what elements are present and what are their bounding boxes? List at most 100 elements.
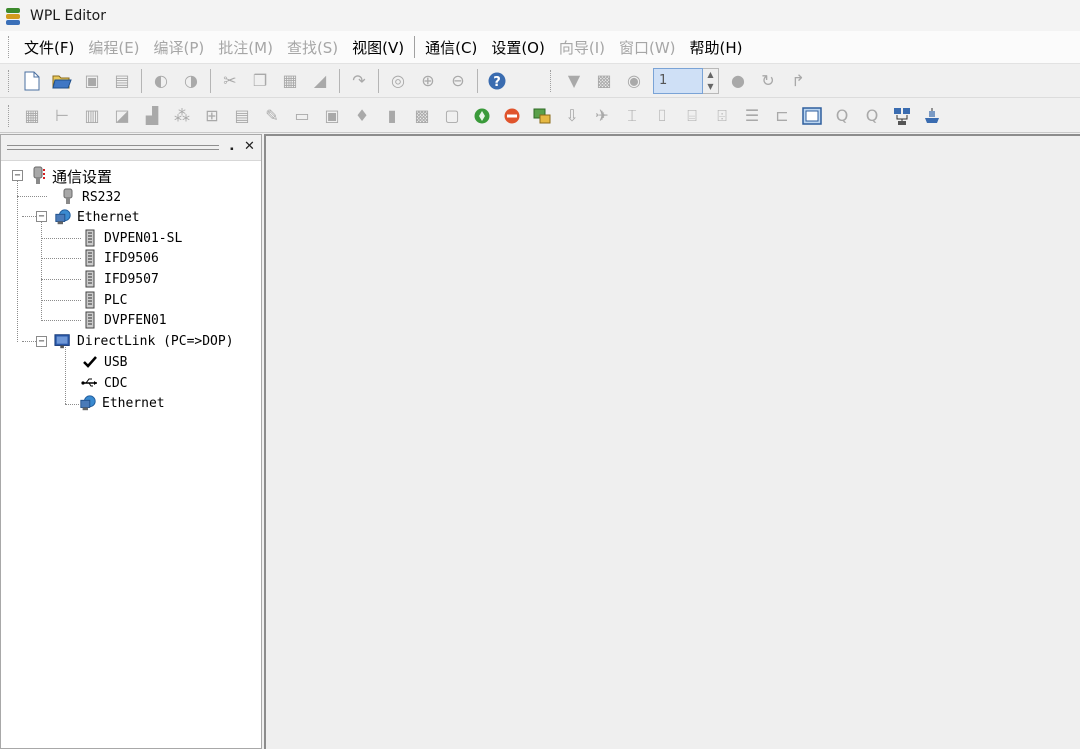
run-icon	[474, 108, 490, 123]
menu-comment[interactable]: 批注(M)	[211, 37, 280, 58]
new-file-button[interactable]	[19, 68, 45, 94]
toolbar-separator	[477, 68, 478, 93]
close-icon[interactable]: ✕	[241, 139, 258, 156]
ladder-tool-15[interactable]: ▢	[439, 103, 465, 129]
search-device-button[interactable]: Q	[829, 103, 855, 129]
menu-compile[interactable]: 编译(P)	[147, 37, 212, 58]
satellite-icon: ✈	[595, 105, 609, 125]
tree-item-directlink[interactable]: DirectLink (PC=>DOP)	[54, 331, 234, 351]
stop-button[interactable]: ●	[725, 68, 751, 94]
ladder-tool-6[interactable]: ⁂	[169, 103, 195, 129]
upload-button[interactable]: ▩	[591, 68, 617, 94]
tree-item-cdc[interactable]: CDC	[81, 373, 127, 393]
save-all-button[interactable]: ▤	[109, 68, 135, 94]
find-button[interactable]: ◎	[385, 68, 411, 94]
menu-view[interactable]: 视图(V)	[345, 37, 411, 58]
spinner-arrows[interactable]: ▲ ▼	[703, 67, 719, 94]
ladder-tool-7[interactable]: ⊞	[199, 103, 225, 129]
spinner-down-icon[interactable]: ▼	[703, 81, 718, 93]
tree-item-directlink-ethernet[interactable]: Ethernet	[79, 393, 165, 413]
tree-item-usb[interactable]: USB	[81, 352, 127, 372]
tree-item-dvpen01-sl[interactable]: DVPEN01-SL	[81, 228, 182, 248]
eraser-button[interactable]: ◢	[307, 68, 333, 94]
main-workspace[interactable]	[264, 134, 1080, 749]
register-button[interactable]: ☰	[739, 103, 765, 129]
cut-button[interactable]: ✂	[217, 68, 243, 94]
ladder-tool-1[interactable]: ▦	[19, 103, 45, 129]
zoom-in-button[interactable]: ⊕	[415, 68, 441, 94]
code-button-4[interactable]: ⌹	[709, 103, 735, 129]
download-button[interactable]: ▼	[561, 68, 587, 94]
search-register-button[interactable]: Q	[859, 103, 885, 129]
tree-item-ethernet[interactable]: Ethernet	[54, 207, 140, 227]
menu-window[interactable]: 窗口(W)	[612, 37, 683, 58]
ladder-tool-12[interactable]: ♦	[349, 103, 375, 129]
network-button[interactable]	[889, 103, 915, 129]
menu-file[interactable]: 文件(F)	[17, 37, 81, 58]
ship-button[interactable]	[919, 103, 945, 129]
ladder-tool-11[interactable]: ▣	[319, 103, 345, 129]
ladder-tool-9[interactable]: ✎	[259, 103, 285, 129]
ladder-tool-13[interactable]: ▮	[379, 103, 405, 129]
save-all-icon: ▤	[114, 70, 130, 90]
panel-drag-handle[interactable]	[7, 145, 219, 150]
spinner-up-icon[interactable]: ▲	[703, 69, 718, 81]
bracket-button[interactable]: ⊏	[769, 103, 795, 129]
refresh-button[interactable]: ↻	[755, 68, 781, 94]
monitor-button[interactable]: ◉	[621, 68, 647, 94]
satellite-button[interactable]: ✈	[589, 103, 615, 129]
redo-button[interactable]: ◑	[178, 68, 204, 94]
paste-button[interactable]: ▦	[277, 68, 303, 94]
menu-find[interactable]: 查找(S)	[280, 37, 345, 58]
ladder-tool-2[interactable]: ⊢	[49, 103, 75, 129]
ladder-tool-4[interactable]: ◪	[109, 103, 135, 129]
plc-module-icon	[81, 270, 99, 288]
collapse-toggle[interactable]: −	[36, 211, 47, 222]
tree-item-rs232[interactable]: RS232	[59, 187, 121, 207]
ladder-tool-10[interactable]: ▭	[289, 103, 315, 129]
menu-grip[interactable]	[8, 36, 11, 58]
save-button[interactable]: ▣	[79, 68, 105, 94]
code-button-2[interactable]: ⌷	[649, 103, 675, 129]
menu-wizard[interactable]: 向导(I)	[552, 37, 612, 58]
stop-run-button[interactable]	[499, 103, 525, 129]
toolbar-grip[interactable]	[8, 69, 11, 92]
menu-communication[interactable]: 通信(C)	[418, 37, 484, 58]
undo-button[interactable]: ◐	[148, 68, 174, 94]
connect-button[interactable]	[529, 103, 555, 129]
jump-button[interactable]: ↷	[346, 68, 372, 94]
zoom-in-icon: ⊕	[421, 70, 435, 90]
tree-item-ifd9506[interactable]: IFD9506	[81, 248, 159, 268]
code-button-3[interactable]: ⌸	[679, 103, 705, 129]
collapse-toggle[interactable]: −	[12, 170, 23, 181]
copy-button[interactable]: ❐	[247, 68, 273, 94]
tree-root-communication[interactable]: 通信设置	[29, 166, 112, 186]
station-number-input[interactable]	[653, 67, 703, 94]
ladder-tool-3[interactable]: ▥	[79, 103, 105, 129]
toolbar-grip[interactable]	[550, 69, 553, 92]
ladder-tool-14[interactable]: ▩	[409, 103, 435, 129]
code-button-1[interactable]: ⌶	[619, 103, 645, 129]
toolbar-grip[interactable]	[8, 104, 11, 127]
menu-program[interactable]: 编程(E)	[81, 37, 146, 58]
image-button[interactable]	[799, 103, 825, 129]
collapse-toggle[interactable]: −	[36, 336, 47, 347]
tree-item-ifd9507[interactable]: IFD9507	[81, 269, 159, 289]
step-button[interactable]: ↱	[785, 68, 811, 94]
ladder-tool-5[interactable]: ▟	[139, 103, 165, 129]
help-button[interactable]: ?	[484, 68, 510, 94]
transfer-button[interactable]: ⇩	[559, 103, 585, 129]
pin-icon[interactable]: 𝅇	[223, 139, 240, 156]
menu-help[interactable]: 帮助(H)	[683, 37, 750, 58]
zoom-out-button[interactable]: ⊖	[445, 68, 471, 94]
open-file-button[interactable]	[49, 68, 75, 94]
menu-settings[interactable]: 设置(O)	[484, 37, 552, 58]
tree-item-dvpfen01[interactable]: DVPFEN01	[81, 310, 167, 330]
ladder-tool-8[interactable]: ▤	[229, 103, 255, 129]
toolbar-separator	[210, 68, 211, 93]
toolbar-separator	[378, 68, 379, 93]
standard-toolbar: ▣ ▤ ◐ ◑ ✂ ❐ ▦ ◢ ↷ ◎ ⊕ ⊖ ? ▼ ▩ ◉ ▲ ▼ ● ↻ …	[0, 64, 1080, 98]
search-icon: Q	[835, 105, 849, 125]
run-button[interactable]	[469, 103, 495, 129]
tree-item-plc[interactable]: PLC	[81, 290, 127, 310]
